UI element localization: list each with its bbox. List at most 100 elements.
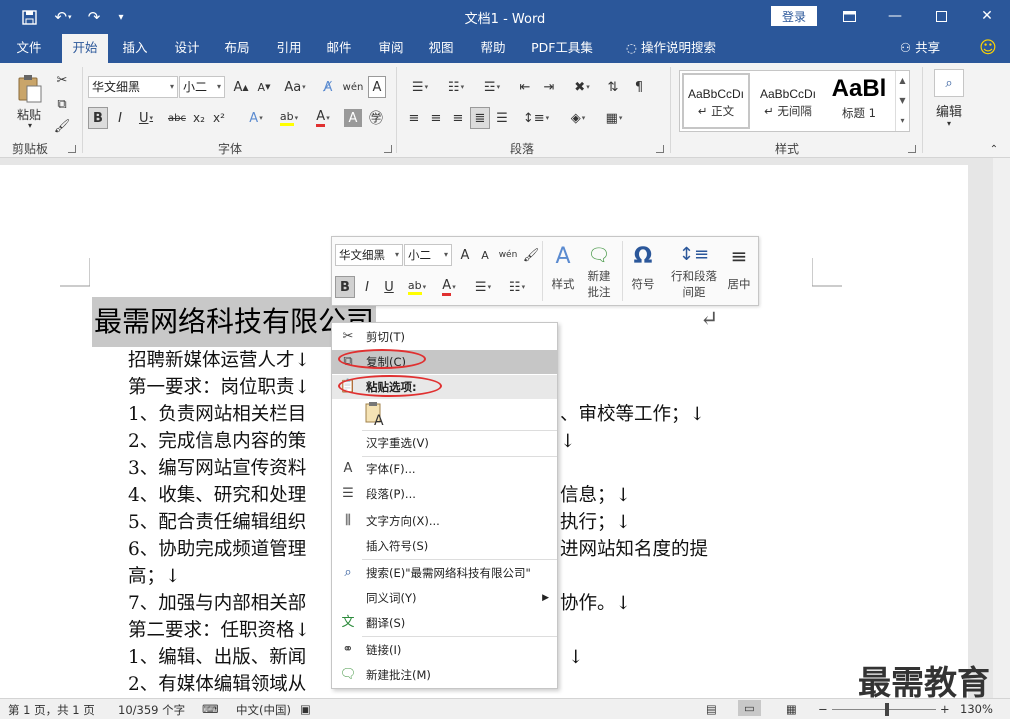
styles-scroll[interactable]: ▲ ▼ ▾ xyxy=(895,71,909,131)
cut-icon[interactable]: ✂ xyxy=(52,69,72,91)
mini-italic-button[interactable]: I xyxy=(357,276,377,298)
paste-keep-text-only-icon[interactable]: A xyxy=(364,401,386,429)
proofing-icon[interactable]: ⌨ xyxy=(202,702,219,716)
styles-launcher-icon[interactable] xyxy=(908,145,916,153)
doc-line-tail[interactable]: 进网站知名度的提 xyxy=(560,536,708,563)
doc-line[interactable]: 招聘新媒体运营人才↓ xyxy=(128,347,310,374)
smiley-feedback-icon[interactable]: ☺ xyxy=(976,34,1000,63)
font-size-combo[interactable]: 小二 ▾ xyxy=(179,76,225,98)
doc-line[interactable]: 2、完成信息内容的策 xyxy=(128,428,306,455)
mini-numbering-icon[interactable]: ☷ ▾ xyxy=(502,276,532,298)
doc-line[interactable]: 2、有媒体编辑领域从 xyxy=(128,671,306,698)
style-no-spacing[interactable]: AaBbCcDı ↵ 无间隔 xyxy=(754,73,822,129)
char-shading-icon[interactable]: A xyxy=(344,109,362,127)
bullets-icon[interactable]: ☰ ▾ xyxy=(404,76,436,98)
zoom-slider-thumb[interactable] xyxy=(885,703,889,716)
doc-line[interactable]: 第二要求：任职资格↓ xyxy=(128,617,310,644)
tab-view[interactable]: 视图 xyxy=(420,34,462,63)
doc-line-tail[interactable]: 执行；↓ xyxy=(560,509,631,536)
mini-bullets-icon[interactable]: ☰ ▾ xyxy=(468,276,498,298)
font-color-icon[interactable]: A ▾ xyxy=(308,107,338,129)
mini-symbol-icon[interactable]: Ω xyxy=(628,241,658,271)
show-marks-icon[interactable]: ¶ xyxy=(628,76,650,98)
clear-formatting-icon[interactable]: A̸ xyxy=(318,76,338,98)
mini-styles-icon[interactable]: A xyxy=(546,241,580,271)
text-effects-icon[interactable]: A ▾ xyxy=(242,107,270,129)
menu-item-translate[interactable]: 文翻译(S) xyxy=(332,611,557,635)
login-button[interactable]: 登录 xyxy=(771,6,817,26)
mini-symbol-label[interactable]: 符号 xyxy=(626,276,660,292)
highlight-color-icon[interactable]: ab ▾ xyxy=(274,107,304,129)
distributed-icon[interactable]: ☰ xyxy=(492,107,512,129)
font-launcher-icon[interactable] xyxy=(384,145,392,153)
mini-center-label[interactable]: 居中 xyxy=(722,276,756,292)
format-painter-icon[interactable]: 🖌 xyxy=(52,115,72,137)
mini-center-icon[interactable]: ≡ xyxy=(724,241,754,271)
tab-help[interactable]: 帮助 xyxy=(472,34,514,63)
menu-item-font[interactable]: A 字体(F)... xyxy=(332,457,557,481)
enclose-char-icon[interactable]: A xyxy=(368,76,386,98)
sort-icon[interactable]: ⇅ xyxy=(602,76,624,98)
zoom-slider[interactable] xyxy=(832,709,936,710)
doc-line[interactable]: 3、编写网站宣传资料 xyxy=(128,455,306,482)
menu-item-new-comment[interactable]: 🗨 新建批注(M) xyxy=(332,663,557,687)
close-button[interactable]: ✕ xyxy=(972,5,1002,27)
grow-font-icon[interactable]: A ▲ xyxy=(230,76,252,98)
doc-line[interactable]: 1、编辑、出版、新闻 xyxy=(128,644,306,671)
mini-new-comment-label[interactable]: 新建批注 xyxy=(582,268,616,300)
multilevel-list-icon[interactable]: ☲ ▾ xyxy=(476,76,508,98)
borders-icon[interactable]: ▦ ▾ xyxy=(598,107,630,129)
mini-shrink-font-icon[interactable]: A xyxy=(476,245,494,265)
print-layout-icon[interactable]: ▭ xyxy=(738,700,761,716)
menu-item-link[interactable]: ⚭ 链接(I) xyxy=(332,638,557,662)
tab-home[interactable]: 开始 xyxy=(62,34,108,63)
menu-item-text-direction[interactable]: ⫼ 文字方向(X)... xyxy=(332,509,557,533)
decrease-indent-icon[interactable]: ⇤ xyxy=(514,76,536,98)
mini-bold-button[interactable]: B xyxy=(335,276,355,298)
style-normal[interactable]: AaBbCcDı ↵ 正文 xyxy=(682,73,750,129)
share-button[interactable]: ⚇ 共享 xyxy=(894,34,946,63)
mini-new-comment-icon[interactable]: 🗨 xyxy=(584,241,614,269)
menu-item-insert-symbol[interactable]: 插入符号(S) xyxy=(332,534,557,558)
copy-icon[interactable]: ⧉ xyxy=(52,93,72,115)
zoom-in-button[interactable]: + xyxy=(940,702,950,716)
minimize-button[interactable]: — xyxy=(880,5,910,27)
paste-dropdown-icon[interactable]: ▾ xyxy=(20,119,40,131)
tab-insert[interactable]: 插入 xyxy=(114,34,156,63)
underline-button[interactable]: U ▾ xyxy=(132,107,160,129)
justify-icon[interactable]: ≣ xyxy=(470,107,490,129)
collapse-ribbon-icon[interactable]: ⌃ xyxy=(986,143,1002,155)
vertical-scrollbar[interactable] xyxy=(993,158,1010,698)
web-layout-icon[interactable]: ▦ xyxy=(786,702,797,716)
chinese-layout-icon[interactable]: ✖ ▾ xyxy=(566,76,598,98)
mini-styles-label[interactable]: 样式 xyxy=(546,276,580,292)
line-spacing-icon[interactable]: ↕≡ ▾ xyxy=(520,107,552,129)
mini-phonetic-icon[interactable]: wén xyxy=(497,245,519,265)
mini-font-name-combo[interactable]: 华文细黑 ▾ xyxy=(335,244,403,266)
menu-item-synonyms[interactable]: 同义词(Y) ▶ xyxy=(332,586,557,610)
tab-pdf-tools[interactable]: PDF工具集 xyxy=(526,34,598,63)
tab-references[interactable]: 引用 xyxy=(268,34,310,63)
language-indicator[interactable]: 中文(中国) xyxy=(236,702,291,718)
enclosed-char-icon[interactable]: ㊫ xyxy=(366,107,386,129)
doc-line[interactable]: 高；↓ xyxy=(128,563,181,590)
italic-button[interactable]: I xyxy=(110,107,130,129)
mini-underline-button[interactable]: U xyxy=(379,276,399,298)
bold-button[interactable]: B xyxy=(88,107,108,129)
tell-me-search[interactable]: ◌ 操作说明搜索 xyxy=(616,34,726,63)
mini-spacing-icon[interactable]: ↕≡ xyxy=(674,241,714,267)
font-name-combo[interactable]: 华文细黑 ▾ xyxy=(88,76,178,98)
change-case-icon[interactable]: Aa ▾ xyxy=(280,76,310,98)
tab-review[interactable]: 审阅 xyxy=(370,34,412,63)
doc-line-tail[interactable]: 信息；↓ xyxy=(560,482,631,509)
doc-line[interactable]: 4、收集、研究和处理 xyxy=(128,482,306,509)
doc-line-tail[interactable]: 协作。↓ xyxy=(560,590,631,617)
mini-font-color-icon[interactable]: A ▾ xyxy=(434,276,464,298)
doc-line-tail[interactable]: ↓ xyxy=(560,428,576,455)
strikethrough-button[interactable]: abc xyxy=(166,107,188,129)
tab-mailings[interactable]: 邮件 xyxy=(318,34,360,63)
increase-indent-icon[interactable]: ⇥ xyxy=(538,76,560,98)
mini-spacing-label[interactable]: 行和段落间距 xyxy=(666,268,722,300)
macro-icon[interactable]: ▣ xyxy=(300,702,311,716)
style-heading-1[interactable]: AaBl 标题 1 xyxy=(826,73,892,129)
